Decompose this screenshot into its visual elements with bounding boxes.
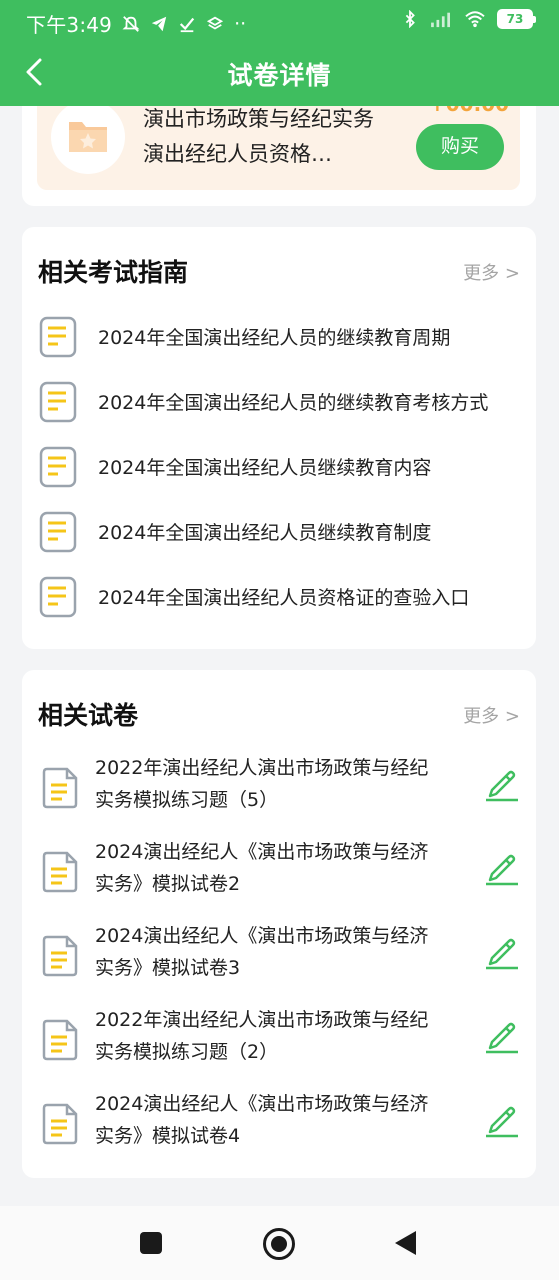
status-more-dots: ··: [234, 12, 247, 35]
edit-pencil-icon[interactable]: [484, 1100, 520, 1138]
guide-list-item[interactable]: 2024年全国演出经纪人员的继续教育考核方式: [38, 376, 520, 426]
status-bar: 下午3:49 ·· 73: [0, 0, 559, 42]
related-papers-more-link[interactable]: 更多 >: [463, 702, 520, 728]
paper-item-label: 2022年演出经纪人演出市场政策与经纪实务模拟练习题（2）: [95, 1009, 429, 1063]
document-icon: [42, 1103, 78, 1145]
guide-item-label: 2024年全国演出经纪人员继续教育内容: [98, 457, 432, 479]
product-banner[interactable]: 演出市场政策与经纪实务演出经纪人员资格… +00.00 购买: [37, 106, 520, 190]
back-triangle-icon[interactable]: [395, 1231, 416, 1255]
document-icon: [39, 381, 77, 423]
paper-list-item[interactable]: 2022年演出经纪人演出市场政策与经纪实务模拟练习题（5）: [38, 752, 520, 824]
related-papers-section: 相关试卷 更多 > 2022年演出经纪人演出市场政策与经纪实务模拟练习题（5） …: [22, 670, 536, 1178]
app-header: 下午3:49 ·· 73 试卷详情: [0, 0, 559, 106]
document-icon: [42, 851, 78, 893]
system-nav-bar: [0, 1206, 559, 1280]
recents-square-icon[interactable]: [140, 1232, 162, 1254]
exam-guide-more-link[interactable]: 更多 >: [463, 259, 520, 285]
battery-indicator: 73: [497, 9, 536, 29]
product-card: 演出市场政策与经纪实务演出经纪人员资格… +00.00 购买: [22, 106, 536, 206]
paper-item-label: 2024演出经纪人《演出市场政策与经济实务》模拟试卷3: [95, 925, 429, 979]
document-icon: [42, 935, 78, 977]
product-thumb: [51, 106, 125, 174]
product-price: +00.00: [429, 106, 509, 116]
home-circle-icon[interactable]: [263, 1228, 295, 1260]
product-title: 演出市场政策与经纪实务演出经纪人员资格…: [143, 107, 374, 166]
page-title: 试卷详情: [227, 61, 332, 90]
folder-star-icon: [69, 122, 107, 152]
related-papers-title: 相关试卷: [38, 701, 139, 730]
wifi-icon: [465, 11, 485, 28]
exam-guide-title: 相关考试指南: [38, 258, 189, 287]
paper-list-item[interactable]: 2022年演出经纪人演出市场政策与经纪实务模拟练习题（2）: [38, 1004, 520, 1076]
document-icon: [39, 316, 77, 358]
nav-bar: 试卷详情: [0, 42, 559, 106]
guide-item-label: 2024年全国演出经纪人员资格证的查验入口: [98, 587, 470, 609]
layers-icon: [207, 16, 224, 30]
buy-button[interactable]: 购买: [416, 124, 504, 170]
paper-list-item[interactable]: 2024演出经纪人《演出市场政策与经济实务》模拟试卷4: [38, 1088, 520, 1160]
guide-item-label: 2024年全国演出经纪人员的继续教育周期: [98, 327, 451, 349]
guide-list-item[interactable]: 2024年全国演出经纪人员继续教育制度: [38, 506, 520, 556]
exam-guide-section: 相关考试指南 更多 > 2024年全国演出经纪人员的继续教育周期 2024年全国…: [22, 227, 536, 649]
edit-pencil-icon[interactable]: [484, 932, 520, 970]
mute-icon: [122, 15, 140, 32]
paper-item-label: 2022年演出经纪人演出市场政策与经纪实务模拟练习题（5）: [95, 757, 429, 811]
edit-pencil-icon[interactable]: [484, 848, 520, 886]
document-icon: [39, 511, 77, 553]
guide-item-label: 2024年全国演出经纪人员的继续教育考核方式: [98, 392, 489, 414]
check-icon: [180, 17, 195, 32]
telegram-icon: [151, 16, 167, 31]
guide-list-item[interactable]: 2024年全国演出经纪人员的继续教育周期: [38, 311, 520, 361]
guide-item-label: 2024年全国演出经纪人员继续教育制度: [98, 522, 432, 544]
signal-icon: [431, 12, 450, 28]
document-icon: [39, 576, 77, 618]
paper-list-item[interactable]: 2024演出经纪人《演出市场政策与经济实务》模拟试卷3: [38, 920, 520, 992]
status-time: 下午3:49: [26, 13, 113, 37]
document-icon: [39, 446, 77, 488]
paper-item-label: 2024演出经纪人《演出市场政策与经济实务》模拟试卷2: [95, 841, 429, 895]
document-icon: [42, 767, 78, 809]
document-icon: [42, 1019, 78, 1061]
paper-list-item[interactable]: 2024演出经纪人《演出市场政策与经济实务》模拟试卷2: [38, 836, 520, 908]
guide-list-item[interactable]: 2024年全国演出经纪人员资格证的查验入口: [38, 571, 520, 621]
edit-pencil-icon[interactable]: [484, 764, 520, 802]
guide-list-item[interactable]: 2024年全国演出经纪人员继续教育内容: [38, 441, 520, 491]
bluetooth-icon: [405, 10, 415, 28]
paper-item-label: 2024演出经纪人《演出市场政策与经济实务》模拟试卷4: [95, 1093, 429, 1147]
edit-pencil-icon[interactable]: [484, 1016, 520, 1054]
